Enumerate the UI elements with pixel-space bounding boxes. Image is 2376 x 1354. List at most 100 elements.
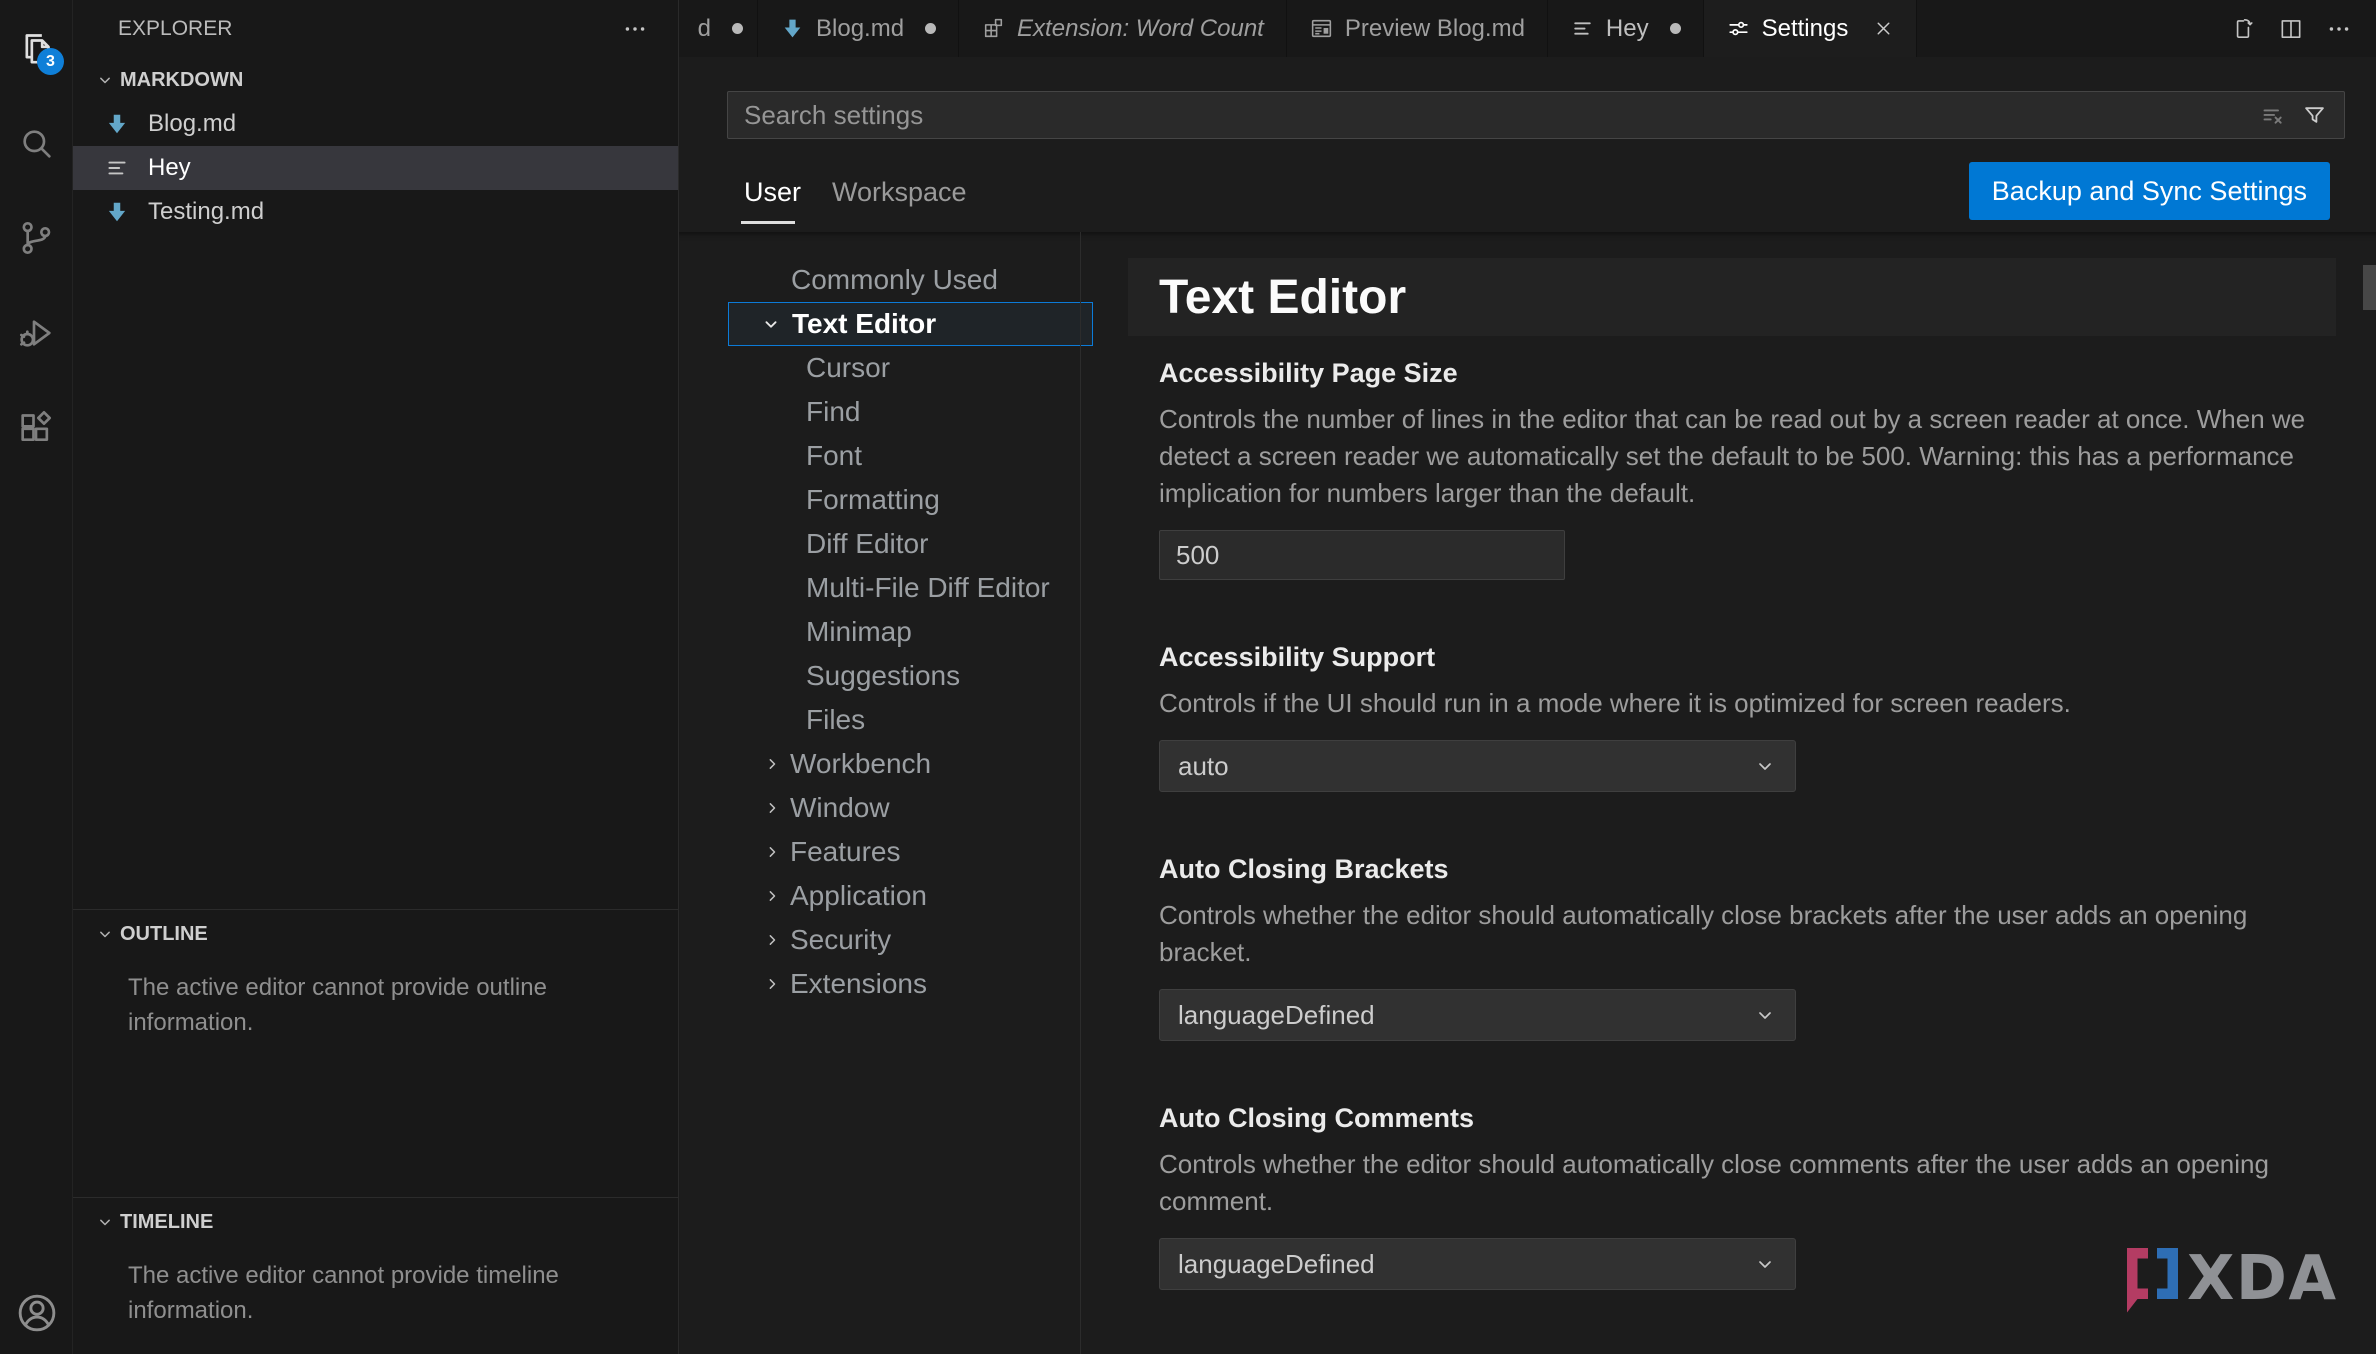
editor-actions	[2206, 0, 2376, 57]
toc-item-files[interactable]: Files	[679, 698, 1080, 742]
accessibility-support-select[interactable]: auto	[1159, 740, 1796, 792]
extensions-icon	[16, 408, 56, 448]
tab-hey[interactable]: Hey	[1548, 0, 1704, 57]
toc-item-formatting[interactable]: Formatting	[679, 478, 1080, 522]
chevron-right-icon	[762, 842, 782, 862]
markdown-file-icon	[780, 16, 805, 41]
explorer-badge: 3	[37, 48, 64, 75]
timeline-empty-message: The active editor cannot provide timelin…	[73, 1246, 678, 1328]
outline-section: OUTLINE The active editor cannot provide…	[73, 909, 678, 1197]
tab-settings[interactable]: Settings	[1704, 0, 1918, 57]
chevron-down-icon	[1753, 1003, 1777, 1027]
toc-item-security[interactable]: Security	[679, 918, 1080, 962]
chevron-right-icon	[762, 886, 782, 906]
search-icon	[16, 123, 56, 163]
file-name: Hey	[148, 154, 191, 182]
tab-blog-md[interactable]: Blog.md	[758, 0, 959, 57]
account-button[interactable]	[0, 1290, 73, 1354]
toc-item-diff-editor[interactable]: Diff Editor	[679, 522, 1080, 566]
setting-title: Auto Closing Comments	[1159, 1103, 2336, 1134]
backup-sync-settings-button[interactable]: Backup and Sync Settings	[1969, 162, 2330, 220]
toc-item-font[interactable]: Font	[679, 434, 1080, 478]
toc-item-window[interactable]: Window	[679, 786, 1080, 830]
setting-title: Auto Closing Brackets	[1159, 854, 2336, 885]
settings-sliders-icon	[1726, 16, 1751, 41]
explorer-activity-button[interactable]: 3	[0, 0, 72, 95]
selected-value: auto	[1178, 751, 1229, 782]
timeline-section: TIMELINE The active editor cannot provid…	[73, 1197, 678, 1354]
outline-section-header[interactable]: OUTLINE	[73, 910, 678, 958]
toc-item-multi-file-diff-editor[interactable]: Multi-File Diff Editor	[679, 566, 1080, 610]
toc-item-extensions[interactable]: Extensions	[679, 962, 1080, 1006]
timeline-section-header[interactable]: TIMELINE	[73, 1198, 678, 1246]
toc-item-find[interactable]: Find	[679, 390, 1080, 434]
auto-closing-brackets-select[interactable]: languageDefined	[1159, 989, 1796, 1041]
search-activity-button[interactable]	[0, 95, 72, 190]
modified-dot	[732, 23, 743, 34]
tab-extension-word-count[interactable]: Extension: Word Count	[959, 0, 1287, 57]
more-actions-icon[interactable]	[2326, 16, 2352, 42]
list-file-icon	[1570, 16, 1595, 41]
scope-tab-user[interactable]: User	[744, 177, 801, 208]
toc-item-text-editor[interactable]: Text Editor	[728, 302, 1093, 346]
extensions-activity-button[interactable]	[0, 380, 72, 475]
file-row-testing[interactable]: Testing.md	[73, 190, 678, 234]
explorer-sidebar: EXPLORER MARKDOWN Blog.md Hey Testing.md	[73, 0, 679, 1354]
split-editor-icon[interactable]	[2278, 16, 2304, 42]
settings-list: Text Editor Accessibility Page Size Cont…	[1080, 232, 2376, 1354]
settings-page-heading: Text Editor	[1128, 258, 2336, 336]
settings-body: Commonly Used Text Editor Cursor Find Fo…	[679, 232, 2376, 1354]
toc-item-commonly-used[interactable]: Commonly Used	[679, 258, 1080, 302]
run-debug-activity-button[interactable]	[0, 285, 72, 380]
tab-clipped[interactable]: d	[679, 0, 758, 57]
setting-description: Controls whether the editor should autom…	[1159, 897, 2319, 971]
accessibility-page-size-input[interactable]	[1159, 530, 1565, 580]
vscode-window: { "activity_bar": { "explorer_badge": "3…	[0, 0, 2376, 1354]
chevron-down-icon	[1753, 1252, 1777, 1276]
modified-dot	[1670, 23, 1681, 34]
toc-item-workbench[interactable]: Workbench	[679, 742, 1080, 786]
auto-closing-comments-select[interactable]: languageDefined	[1159, 1238, 1796, 1290]
toc-item-application[interactable]: Application	[679, 874, 1080, 918]
chevron-down-icon	[1753, 754, 1777, 778]
tab-bar: d Blog.md Extension: Word Count	[679, 0, 2376, 57]
close-icon[interactable]	[1873, 18, 1894, 39]
source-control-icon	[16, 218, 56, 258]
file-row-blog[interactable]: Blog.md	[73, 102, 678, 146]
chevron-down-icon	[95, 70, 115, 90]
toc-item-features[interactable]: Features	[679, 830, 1080, 874]
setting-auto-closing-brackets: Auto Closing Brackets Controls whether t…	[1128, 854, 2336, 1041]
scope-tab-workspace[interactable]: Workspace	[832, 177, 967, 208]
filter-icon[interactable]	[2301, 102, 2328, 129]
sidebar-title: EXPLORER	[118, 17, 232, 41]
setting-accessibility-page-size: Accessibility Page Size Controls the num…	[1128, 358, 2336, 580]
active-scope-underline	[741, 221, 795, 224]
explorer-more-actions-icon[interactable]	[622, 16, 648, 42]
source-control-activity-button[interactable]	[0, 190, 72, 285]
search-settings-input[interactable]	[744, 100, 2260, 131]
toc-item-cursor[interactable]: Cursor	[679, 346, 1080, 390]
clear-search-results-icon[interactable]	[2260, 102, 2287, 129]
vertical-scrollbar-thumb[interactable]	[2363, 265, 2376, 310]
chevron-right-icon	[762, 798, 782, 818]
setting-description: Controls if the UI should run in a mode …	[1159, 685, 2319, 722]
toc-item-suggestions[interactable]: Suggestions	[679, 654, 1080, 698]
outline-empty-message: The active editor cannot provide outline…	[73, 958, 678, 1040]
list-file-icon	[104, 155, 130, 181]
open-settings-json-icon[interactable]	[2230, 16, 2256, 42]
settings-search-box	[727, 91, 2345, 139]
svg-text:XDA: XDA	[2187, 1242, 2338, 1314]
xda-watermark: XDA	[2115, 1242, 2340, 1314]
page-title: Text Editor	[1159, 270, 1406, 325]
chevron-down-icon	[95, 924, 115, 944]
file-name: Blog.md	[148, 110, 236, 138]
markdown-section-header[interactable]: MARKDOWN	[73, 58, 678, 102]
toc-item-minimap[interactable]: Minimap	[679, 610, 1080, 654]
markdown-preview-icon	[1309, 16, 1334, 41]
setting-description: Controls whether the editor should autom…	[1159, 1146, 2319, 1220]
tab-preview-blog-md[interactable]: Preview Blog.md	[1287, 0, 1548, 57]
sidebar-title-bar: EXPLORER	[73, 0, 678, 58]
outline-section-label: OUTLINE	[120, 923, 208, 946]
file-row-hey[interactable]: Hey	[73, 146, 678, 190]
chevron-right-icon	[762, 974, 782, 994]
